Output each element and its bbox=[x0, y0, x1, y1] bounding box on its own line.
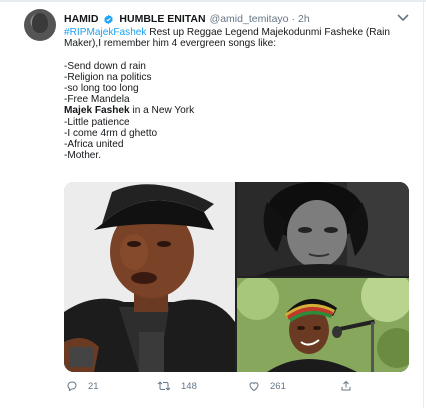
tweet-text: #RIPMajekFashek Rest up Reggae Legend Ma… bbox=[64, 27, 409, 161]
photo-icon bbox=[237, 182, 409, 276]
tweet-text-line: Rest up Reggae Legend Majekodunmi Fashek… bbox=[146, 27, 390, 38]
avatar[interactable] bbox=[24, 9, 56, 41]
more-options-icon[interactable] bbox=[396, 12, 410, 22]
song-rest: in a New York bbox=[129, 105, 195, 117]
author-handle[interactable]: @amid_temitayo bbox=[210, 13, 289, 25]
separator-dot: · bbox=[291, 13, 296, 25]
song-item: -Little patience bbox=[64, 116, 130, 128]
media-grid bbox=[64, 182, 409, 372]
photo-icon bbox=[64, 182, 235, 372]
song-item: -Religion na politics bbox=[64, 71, 152, 83]
verified-badge-icon bbox=[104, 14, 114, 24]
song-item: -so long too long bbox=[64, 82, 139, 94]
reply-icon bbox=[67, 381, 77, 392]
song-item-bold: Majek Fashek in a New York bbox=[64, 105, 409, 116]
retweet-button[interactable]: 148 bbox=[157, 380, 197, 392]
photo-1[interactable] bbox=[64, 182, 235, 372]
retweet-count: 148 bbox=[181, 380, 197, 392]
song-item: -Africa united bbox=[64, 138, 124, 150]
tweet-time[interactable]: 2h bbox=[298, 13, 310, 25]
like-button[interactable]: 261 bbox=[248, 380, 286, 392]
avatar-silhouette bbox=[32, 13, 48, 33]
share-icon bbox=[341, 380, 351, 391]
retweet-icon bbox=[157, 381, 171, 391]
hashtag-link[interactable]: #RIPMajekFashek bbox=[64, 27, 146, 38]
share-button[interactable] bbox=[340, 380, 362, 392]
song-item: -Mother. bbox=[64, 150, 102, 162]
photo-2[interactable] bbox=[237, 182, 409, 276]
heart-icon bbox=[249, 382, 259, 392]
reply-button[interactable]: 21 bbox=[66, 380, 99, 392]
tweet-actions: 21 148 261 bbox=[64, 380, 409, 394]
tweet-text-line: Maker),I remember him 4 evergreen songs … bbox=[64, 38, 277, 50]
photo-icon bbox=[237, 278, 409, 372]
divider bbox=[0, 0, 426, 2]
tweet-header: HAMID HUMBLE ENITAN @amid_temitayo · 2h bbox=[64, 11, 414, 27]
song-item: -I come 4rm d ghetto bbox=[64, 127, 158, 139]
song-item: -Free Mandela bbox=[64, 94, 130, 106]
author-name[interactable]: HAMID bbox=[64, 13, 98, 25]
like-count: 261 bbox=[270, 380, 286, 392]
photo-3[interactable] bbox=[237, 278, 409, 372]
divider bbox=[423, 0, 424, 408]
tweet-card[interactable]: HAMID HUMBLE ENITAN @amid_temitayo · 2h … bbox=[0, 0, 426, 408]
reply-count: 21 bbox=[88, 380, 99, 392]
author-name-secondary[interactable]: HUMBLE ENITAN bbox=[119, 13, 205, 25]
song-bold-part: Majek Fashek bbox=[64, 105, 130, 117]
song-item: -Send down d rain bbox=[64, 60, 146, 72]
